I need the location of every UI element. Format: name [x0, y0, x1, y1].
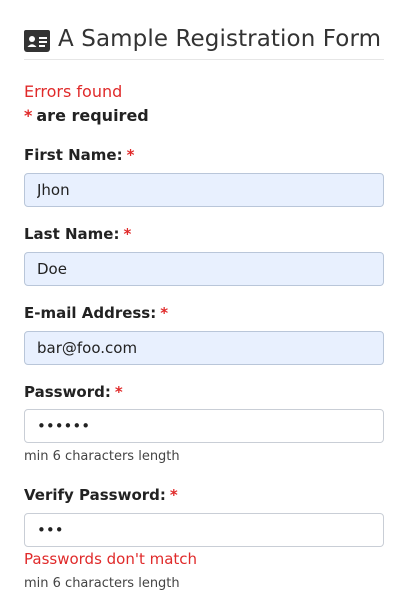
required-marker: *: [24, 106, 33, 125]
first-name-label-text: First Name:: [24, 146, 123, 164]
email-input[interactable]: [24, 331, 384, 365]
email-label-text: E-mail Address:: [24, 304, 157, 322]
first-name-input[interactable]: [24, 173, 384, 207]
required-marker: *: [126, 146, 135, 164]
last-name-input[interactable]: [24, 252, 384, 286]
form-header: A Sample Registration Form: [24, 24, 384, 60]
id-card-icon: [24, 30, 50, 52]
required-marker: *: [169, 486, 178, 504]
required-legend: * are required: [24, 106, 149, 125]
verify-password-label-text: Verify Password:: [24, 486, 166, 504]
last-name-label: Last Name: *: [24, 225, 131, 243]
password-input[interactable]: [24, 409, 384, 443]
errors-found-message: Errors found: [24, 82, 123, 101]
verify-password-label: Verify Password: *: [24, 486, 178, 504]
required-marker: *: [114, 383, 123, 401]
verify-password-help-text: min 6 characters length: [24, 576, 180, 591]
password-help-text: min 6 characters length: [24, 449, 180, 464]
password-label-text: Password:: [24, 383, 111, 401]
page-title: A Sample Registration Form: [58, 26, 382, 52]
required-marker: *: [123, 225, 132, 243]
email-label: E-mail Address: *: [24, 304, 168, 322]
password-mismatch-error: Passwords don't match: [24, 550, 198, 568]
registration-page: A Sample Registration Form Errors found …: [0, 0, 405, 608]
password-label: Password: *: [24, 383, 123, 401]
required-marker: *: [160, 304, 169, 322]
verify-password-input[interactable]: [24, 513, 384, 547]
required-legend-text: are required: [36, 106, 149, 125]
last-name-label-text: Last Name:: [24, 225, 120, 243]
first-name-label: First Name: *: [24, 146, 134, 164]
